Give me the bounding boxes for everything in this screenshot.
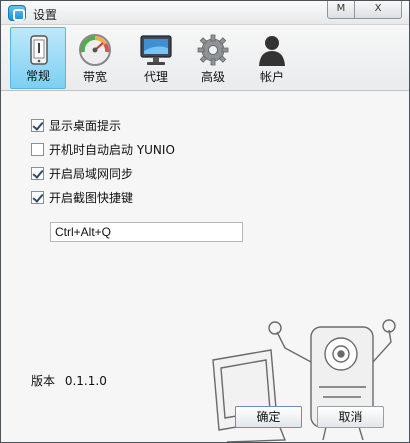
window-title: 设置: [33, 8, 58, 22]
tab-account[interactable]: 帐户: [244, 27, 300, 89]
settings-tabs: 常规 带宽 代理 高级 帐户: [1, 25, 409, 91]
tab-proxy[interactable]: 代理: [128, 27, 184, 89]
ok-button[interactable]: 确定: [235, 406, 302, 428]
version-info: 版本 0.1.1.0: [31, 372, 107, 389]
checkbox[interactable]: [31, 166, 44, 180]
option-label: 开机时自动启动 YUNIO: [49, 142, 175, 157]
general-settings-panel: 显示桌面提示 开机时自动启动 YUNIO 开启局域网同步 开启截图快捷键 Ctr…: [1, 92, 409, 442]
tab-bandwidth-label: 带宽: [82, 70, 107, 84]
option-show-desktop-tips[interactable]: 显示桌面提示: [31, 116, 121, 134]
checkbox[interactable]: [31, 142, 44, 156]
tab-bandwidth[interactable]: 带宽: [67, 27, 123, 89]
option-label: 显示桌面提示: [49, 118, 122, 133]
monitor-icon: [140, 35, 172, 65]
speedometer-icon: [79, 34, 111, 66]
checkbox[interactable]: [31, 190, 44, 204]
version-value: 0.1.1.0: [64, 374, 107, 388]
tab-general[interactable]: 常规: [10, 27, 66, 89]
option-screenshot-hotkey[interactable]: 开启截图快捷键: [31, 188, 133, 206]
title-bar: 设置 M X: [1, 1, 409, 25]
user-icon: [259, 36, 285, 66]
cancel-button[interactable]: 取消: [317, 406, 384, 428]
tab-advanced-label: 高级: [200, 70, 225, 84]
version-label: 版本: [31, 374, 56, 388]
checkbox[interactable]: [31, 118, 44, 132]
option-label: 开启截图快捷键: [49, 190, 134, 205]
settings-window: 设置 M X 常规 带宽 代理 高级 帐户 显示桌面提示 开机时自动启动 YUN…: [0, 0, 410, 443]
tab-advanced[interactable]: 高级: [185, 27, 241, 89]
tab-proxy-label: 代理: [143, 70, 168, 84]
minimize-button[interactable]: M: [327, 1, 355, 19]
option-label: 开启局域网同步: [49, 166, 134, 181]
gear-icon: [197, 34, 229, 66]
option-autostart[interactable]: 开机时自动启动 YUNIO: [31, 140, 175, 158]
tab-general-label: 常规: [25, 69, 50, 83]
option-lan-sync[interactable]: 开启局域网同步: [31, 164, 133, 182]
phone-icon: [30, 35, 48, 65]
close-button[interactable]: X: [354, 1, 402, 19]
app-icon: [8, 5, 26, 21]
tab-account-label: 帐户: [259, 70, 284, 84]
hotkey-input[interactable]: Ctrl+Alt+Q: [50, 222, 243, 242]
